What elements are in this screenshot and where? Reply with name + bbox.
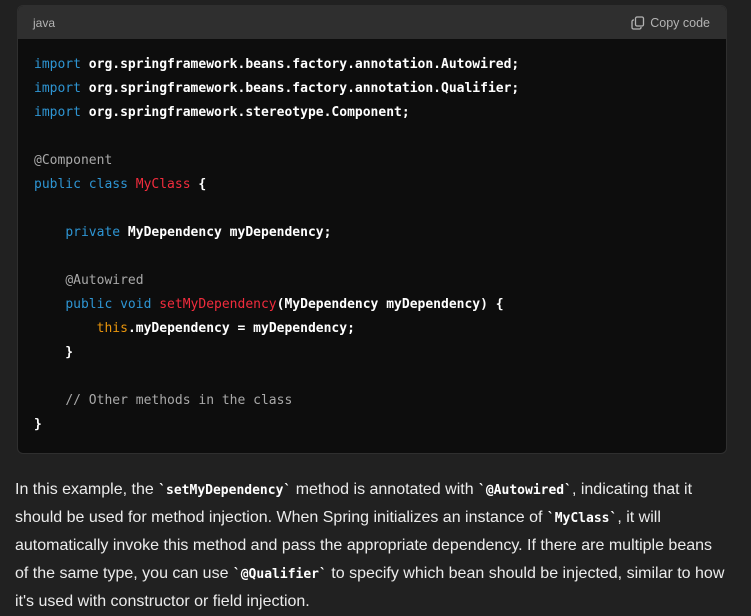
code-line: import org.springframework.beans.factory…: [34, 77, 726, 101]
code-text: org.springframework.beans.factory.annota…: [80, 57, 520, 72]
paragraph-text: of the same type, you can use: [15, 565, 233, 582]
code-text: }: [34, 345, 74, 360]
code-annotation: @Autowired: [65, 273, 144, 288]
code-language-label: java: [33, 15, 56, 30]
paragraph-text: , indicating that it: [571, 481, 693, 498]
explanation-paragraph: In this example, the `setMyDependency` m…: [15, 476, 731, 616]
code-line: import org.springframework.beans.factory…: [34, 53, 726, 77]
code-line: }: [34, 413, 726, 437]
paragraph-text: should be used for method injection. Whe…: [15, 509, 547, 526]
code-block: java Copy code import org.springframewor…: [17, 5, 727, 454]
paragraph-text: it's used with constructor or field inje…: [15, 593, 310, 610]
copy-icon: [631, 15, 645, 30]
code-line: this.myDependency = myDependency;: [34, 317, 726, 341]
code-line: @Autowired: [34, 269, 726, 293]
code-line: private MyDependency myDependency;: [34, 221, 726, 245]
inline-code: `setMyDependency`: [158, 483, 292, 498]
code-header: java Copy code: [18, 6, 726, 39]
code-class-name: MyClass: [135, 177, 191, 192]
code-body: import org.springframework.beans.factory…: [18, 39, 726, 437]
code-keyword: public class: [34, 177, 128, 192]
code-method-name: setMyDependency: [159, 297, 277, 312]
code-keyword: import: [34, 105, 81, 120]
code-text: org.springframework.stereotype.Component…: [80, 105, 410, 120]
code-this-keyword: this: [96, 321, 128, 336]
inline-code: `@Qualifier`: [232, 567, 327, 582]
code-annotation: @Component: [34, 153, 113, 168]
paragraph-text: automatically invoke this method and pas…: [15, 537, 713, 554]
code-keyword: public void: [65, 297, 152, 312]
code-text: (MyDependency myDependency) {: [276, 297, 504, 312]
paragraph-line: automatically invoke this method and pas…: [15, 532, 731, 560]
code-text: .myDependency = myDependency;: [127, 321, 355, 336]
code-line: // Other methods in the class: [34, 389, 726, 413]
code-line: }: [34, 341, 726, 365]
copy-code-button[interactable]: Copy code: [631, 16, 710, 30]
code-text: org.springframework.beans.factory.annota…: [80, 81, 520, 96]
code-keyword: import: [34, 81, 81, 96]
code-text: }: [34, 417, 42, 432]
paragraph-line: it's used with constructor or field inje…: [15, 588, 731, 616]
paragraph-text: to specify which bean should be injected…: [326, 565, 725, 582]
code-line: @Component: [34, 149, 726, 173]
code-line: public void setMyDependency(MyDependency…: [34, 293, 726, 317]
code-line: import org.springframework.stereotype.Co…: [34, 101, 726, 125]
paragraph-line: of the same type, you can use `@Qualifie…: [15, 560, 731, 588]
code-keyword: import: [34, 57, 81, 72]
paragraph-text: In this example, the: [15, 481, 159, 498]
code-comment: // Other methods in the class: [65, 393, 293, 408]
code-text: MyDependency myDependency;: [120, 225, 332, 240]
copy-code-label: Copy code: [650, 15, 710, 30]
code-keyword: private: [65, 225, 121, 240]
paragraph-line: should be used for method injection. Whe…: [15, 504, 731, 532]
inline-code: `MyClass`: [546, 511, 618, 526]
paragraph-text: method is annotated with: [291, 481, 479, 498]
inline-code: `@Autowired`: [478, 483, 572, 498]
code-text: {: [190, 177, 207, 192]
paragraph-text: , it will: [617, 509, 661, 526]
code-line: public class MyClass {: [34, 173, 726, 197]
paragraph-line: In this example, the `setMyDependency` m…: [15, 476, 731, 504]
